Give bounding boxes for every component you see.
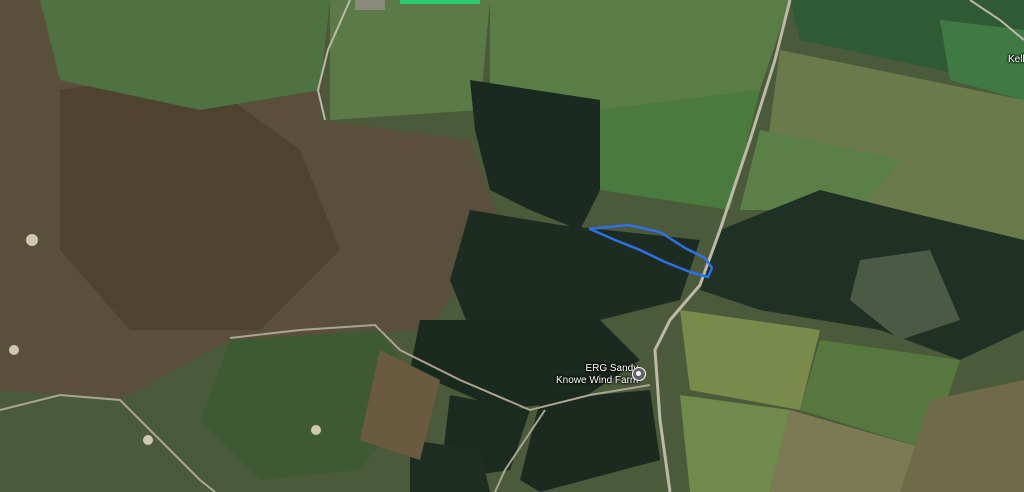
turbine-pad bbox=[143, 435, 153, 445]
poi-label-line2: Knowe Wind Farm bbox=[556, 375, 639, 386]
satellite-imagery bbox=[0, 0, 1024, 492]
pasture-field bbox=[330, 0, 490, 120]
place-label-partial: Kell bbox=[1008, 54, 1024, 65]
turbine-pad bbox=[9, 345, 19, 355]
turbine-pad bbox=[26, 234, 38, 246]
building-cluster bbox=[355, 0, 385, 10]
poi-label-line1: ERG Sandy bbox=[585, 363, 639, 374]
poi-label[interactable]: ERG Sandy Knowe Wind Farm bbox=[556, 363, 638, 387]
top-edge-feature bbox=[400, 0, 480, 4]
pasture-field bbox=[680, 395, 790, 492]
turbine-pad bbox=[311, 425, 321, 435]
satellite-map[interactable]: ERG Sandy Knowe Wind Farm Kell bbox=[0, 0, 1024, 492]
map-pin-icon[interactable] bbox=[632, 367, 646, 381]
